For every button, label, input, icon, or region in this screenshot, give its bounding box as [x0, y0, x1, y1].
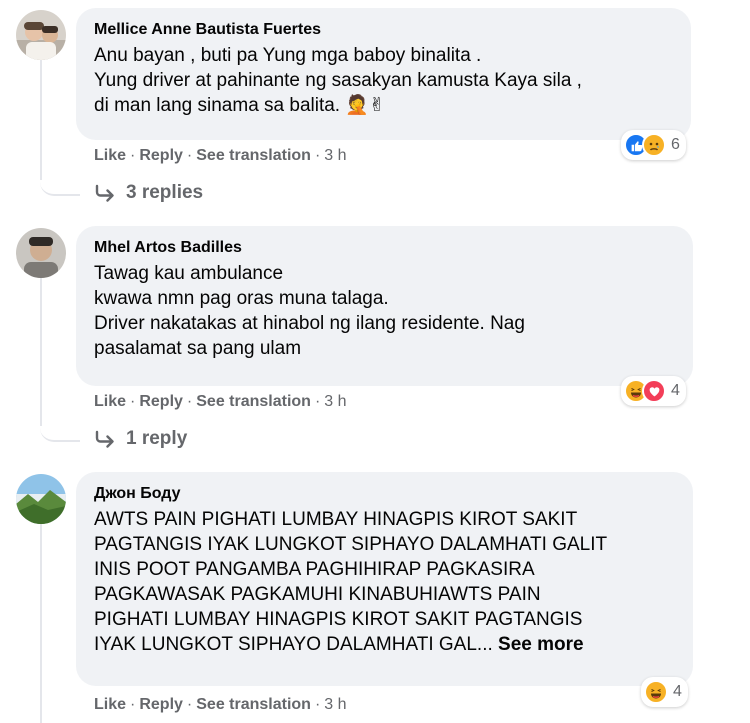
- separator: ·: [314, 393, 321, 410]
- reaction-count: 6: [671, 136, 680, 153]
- avatar[interactable]: [16, 474, 66, 524]
- reply-connector: [40, 160, 80, 196]
- comment-thread: Mellice Anne Bautista Fuertes Anu bayan …: [0, 0, 750, 723]
- reaction-count: 4: [671, 382, 680, 399]
- see-translation-link[interactable]: See translation: [196, 696, 311, 713]
- thread-line: [40, 524, 42, 723]
- separator: ·: [314, 696, 321, 713]
- separator: ·: [186, 696, 193, 713]
- like-button[interactable]: Like: [94, 696, 126, 713]
- avatar-photo: [16, 474, 66, 524]
- see-translation-link[interactable]: See translation: [196, 147, 311, 164]
- comment-text: Anu bayan , buti pa Yung mga baboy binal…: [94, 43, 673, 118]
- comment-author[interactable]: Mhel Artos Badilles: [94, 238, 675, 258]
- see-translation-link[interactable]: See translation: [196, 393, 311, 410]
- comment-actions: Like · Reply · See translation · 3 h: [94, 146, 347, 166]
- view-replies-link[interactable]: 3 replies: [94, 182, 203, 204]
- separator: ·: [186, 393, 193, 410]
- reply-connector: [40, 406, 80, 442]
- comment-author[interactable]: Джон Боду: [94, 484, 675, 504]
- separator: ·: [186, 147, 193, 164]
- separator: ·: [130, 147, 136, 164]
- reaction-summary[interactable]: 4: [641, 677, 688, 707]
- like-button[interactable]: Like: [94, 393, 126, 410]
- reaction-summary[interactable]: 6: [621, 130, 686, 160]
- replies-count: 1 reply: [126, 428, 188, 449]
- replies-count: 3 replies: [126, 182, 204, 203]
- reply-arrow-icon: [95, 430, 114, 448]
- emoji: 🤦✌: [345, 95, 385, 116]
- timestamp[interactable]: 3 h: [324, 393, 346, 410]
- love-icon: [642, 379, 666, 403]
- reply-button[interactable]: Reply: [139, 147, 183, 164]
- comment-author[interactable]: Mellice Anne Bautista Fuertes: [94, 20, 673, 40]
- reply-button[interactable]: Reply: [139, 696, 183, 713]
- comment-text: Tawag kau ambulance kwawa nmn pag oras m…: [94, 263, 525, 359]
- reply-button[interactable]: Reply: [139, 393, 183, 410]
- sad-icon: [642, 133, 666, 157]
- separator: ·: [130, 696, 136, 713]
- thread-line: [40, 278, 42, 426]
- timestamp[interactable]: 3 h: [324, 696, 346, 713]
- comment-actions: Like · Reply · See translation · 3 h: [94, 392, 347, 412]
- avatar-photo: [16, 228, 66, 278]
- haha-icon: [644, 680, 668, 704]
- comment-bubble: Mhel Artos Badilles Tawag kau ambulance …: [76, 226, 693, 386]
- comment-body: Anu bayan , buti pa Yung mga baboy binal…: [94, 45, 582, 116]
- see-more-link[interactable]: See more: [498, 634, 584, 655]
- separator: ·: [130, 393, 136, 410]
- avatar[interactable]: [16, 228, 66, 278]
- avatar[interactable]: [16, 10, 66, 60]
- like-button[interactable]: Like: [94, 147, 126, 164]
- reply-arrow-icon: [95, 184, 114, 202]
- timestamp[interactable]: 3 h: [324, 147, 346, 164]
- view-replies-link[interactable]: 1 reply: [94, 428, 187, 450]
- comment-bubble: Mellice Anne Bautista Fuertes Anu bayan …: [76, 8, 691, 140]
- avatar-photo: [16, 10, 66, 60]
- reaction-summary[interactable]: 4: [621, 376, 686, 406]
- comment-bubble: Джон Боду AWTS PAIN PIGHATI LUMBAY HINAG…: [76, 472, 693, 686]
- reaction-count: 4: [673, 683, 682, 700]
- comment-actions: Like · Reply · See translation · 3 h: [94, 695, 347, 715]
- comment-text: AWTS PAIN PIGHATI LUMBAY HINAGPIS KIROT …: [94, 507, 675, 657]
- separator: ·: [314, 147, 321, 164]
